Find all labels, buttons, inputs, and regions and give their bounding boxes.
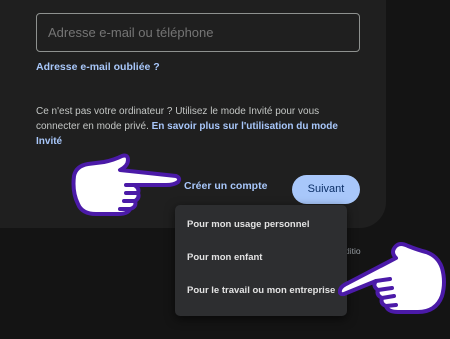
pointing-hand-icon: [338, 242, 446, 314]
guest-mode-info: Ce n'est pas votre ordinateur ? Utilisez…: [36, 104, 352, 149]
create-account-button[interactable]: Créer un compte: [184, 180, 267, 192]
menu-item-child[interactable]: Pour mon enfant: [175, 246, 347, 279]
next-button[interactable]: Suivant: [292, 175, 360, 204]
email-field[interactable]: [36, 13, 360, 52]
menu-item-personal[interactable]: Pour mon usage personnel: [175, 213, 347, 246]
forgot-email-link[interactable]: Adresse e-mail oubliée ?: [36, 61, 160, 73]
menu-item-work[interactable]: Pour le travail ou mon entreprise: [175, 279, 347, 312]
sign-in-card: Adresse e-mail oubliée ? Ce n'est pas vo…: [0, 0, 386, 228]
pointing-hand-icon: [71, 153, 182, 216]
create-account-menu: Pour mon usage personnel Pour mon enfant…: [175, 205, 347, 316]
